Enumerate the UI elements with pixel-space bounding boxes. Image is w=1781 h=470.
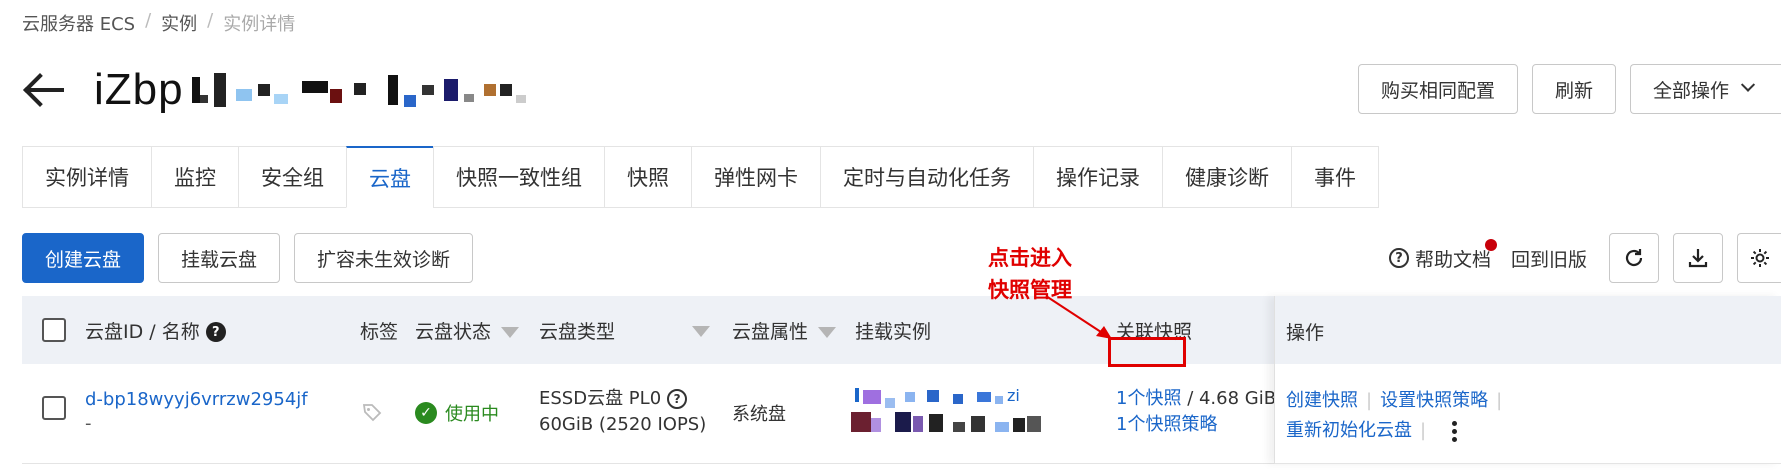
- tab-bar: 实例详情 监控 安全组 云盘 快照一致性组 快照 弹性网卡 定时与自动化任务 操…: [22, 146, 1379, 208]
- help-doc-label: 帮助文档: [1414, 248, 1491, 271]
- header-disk-id-label: 云盘ID / 名称: [85, 320, 200, 343]
- tab-snapshot-consistency-group[interactable]: 快照一致性组: [433, 146, 604, 208]
- tab-operation-log[interactable]: 操作记录: [1033, 146, 1162, 208]
- chevron-down-icon: [1740, 77, 1756, 92]
- reinit-disk-link[interactable]: 重新初始化云盘: [1286, 420, 1412, 441]
- header-type: 云盘类型: [539, 320, 616, 343]
- refresh-button[interactable]: 刷新: [1531, 64, 1616, 114]
- breadcrumb: 云服务器 ECS / 实例 / 实例详情: [22, 10, 295, 36]
- tab-eni[interactable]: 弹性网卡: [691, 146, 820, 208]
- notification-dot: [1484, 238, 1497, 251]
- disk-type: ESSD云盘 PL0: [539, 388, 662, 409]
- download-icon: [1688, 249, 1708, 268]
- annotation-arrow-icon: [1045, 295, 1112, 339]
- tab-snapshot[interactable]: 快照: [604, 146, 691, 208]
- back-arrow-icon[interactable]: [22, 69, 64, 111]
- set-snapshot-policy-link[interactable]: 设置快照策略: [1380, 390, 1488, 411]
- ops-cell: 创建快照 | 设置快照策略 | 重新初始化云盘 |: [1286, 390, 1503, 442]
- header-tags: 标签: [360, 320, 399, 343]
- tab-cloud-disk[interactable]: 云盘: [346, 146, 433, 208]
- tab-security-group[interactable]: 安全组: [238, 146, 346, 208]
- more-icon[interactable]: [1452, 420, 1458, 442]
- annotation-line1: 点击进入: [988, 246, 1072, 270]
- breadcrumb-separator: /: [207, 10, 214, 31]
- create-snapshot-link[interactable]: 创建快照: [1286, 390, 1358, 411]
- header-status: 云盘状态: [415, 317, 520, 344]
- instance-suffix: zi: [1007, 386, 1020, 405]
- snapshot-count-link[interactable]: 1个快照: [1116, 388, 1181, 409]
- status-badge: ✓ 使用中: [415, 400, 499, 426]
- operations-column: 操作 创建快照 | 设置快照策略 | 重新初始化云盘 |: [1274, 296, 1781, 464]
- breadcrumb-instances[interactable]: 实例: [161, 10, 197, 36]
- disk-attr: 系统盘: [732, 404, 786, 425]
- disk-id-link[interactable]: d-bp18wyyj6vrrzw2954jf: [85, 388, 308, 412]
- refresh-icon: [1625, 249, 1643, 267]
- header-disk-id: 云盘ID / 名称?: [85, 317, 226, 344]
- header-ops: 操作: [1286, 322, 1325, 344]
- create-disk-button[interactable]: 创建云盘: [22, 233, 145, 283]
- snapshot-cell: 1个快照 / 4.68 GiB 1个快照策略: [1116, 386, 1276, 438]
- header-status-label: 云盘状态: [415, 320, 492, 343]
- breadcrumb-current: 实例详情: [223, 14, 296, 35]
- disk-type-cell: ESSD云盘 PL0? 60GiB (2520 IOPS): [539, 386, 706, 438]
- tab-monitoring[interactable]: 监控: [151, 146, 238, 208]
- help-doc-link[interactable]: ? 帮助文档: [1388, 238, 1497, 272]
- settings-icon-button[interactable]: [1737, 233, 1781, 283]
- breadcrumb-ecs[interactable]: 云服务器 ECS: [22, 10, 135, 36]
- tab-instance-details[interactable]: 实例详情: [22, 146, 151, 208]
- snapshot-size: / 4.68 GiB: [1187, 388, 1277, 409]
- filter-icon[interactable]: [692, 326, 710, 337]
- download-icon-button[interactable]: [1673, 233, 1723, 283]
- help-icon[interactable]: ?: [205, 322, 226, 342]
- disk-table: 云盘ID / 名称? 标签 云盘状态 云盘类型 云盘属性 挂载实例 关联快照 d…: [22, 296, 1781, 464]
- all-operations-label: 全部操作: [1652, 79, 1729, 102]
- title-row: iZbp: [22, 60, 526, 120]
- top-actions: 购买相同配置 刷新 全部操作: [1357, 64, 1781, 114]
- tab-events[interactable]: 事件: [1291, 146, 1379, 208]
- header-attr-label: 云盘属性: [732, 320, 809, 343]
- header-instance: 挂载实例: [855, 320, 932, 343]
- page-title: iZbp: [94, 65, 184, 114]
- annotation-highlight-box: [1108, 337, 1186, 367]
- filter-icon[interactable]: [501, 326, 520, 338]
- tab-scheduled-tasks[interactable]: 定时与自动化任务: [820, 146, 1033, 208]
- disk-name: -: [85, 413, 92, 434]
- refresh-icon-button[interactable]: [1609, 233, 1659, 283]
- right-tools: ? 帮助文档 回到旧版: [1388, 233, 1781, 283]
- help-icon[interactable]: ?: [667, 389, 688, 409]
- disk-capacity: 60GiB (2520 IOPS): [539, 414, 707, 435]
- attach-disk-button[interactable]: 挂载云盘: [158, 233, 281, 283]
- all-operations-dropdown[interactable]: 全部操作: [1629, 64, 1781, 114]
- gear-icon: [1750, 249, 1769, 267]
- back-to-old-version-link[interactable]: 回到旧版: [1511, 245, 1587, 272]
- status-label: 使用中: [445, 404, 499, 425]
- filter-icon[interactable]: [818, 326, 837, 338]
- select-all-checkbox[interactable]: [42, 318, 66, 342]
- disk-toolbar: 创建云盘 挂载云盘 扩容未生效诊断: [22, 233, 474, 283]
- buy-same-config-button[interactable]: 购买相同配置: [1357, 64, 1518, 114]
- redacted-instance-name: [188, 65, 526, 115]
- disk-id-cell: d-bp18wyyj6vrrzw2954jf -: [85, 388, 308, 436]
- question-circle-icon: ?: [1388, 248, 1409, 268]
- header-attr: 云盘属性: [732, 317, 837, 344]
- resize-diagnosis-button[interactable]: 扩容未生效诊断: [294, 233, 474, 283]
- tab-health-diagnosis[interactable]: 健康诊断: [1162, 146, 1291, 208]
- check-circle-icon: ✓: [415, 402, 437, 424]
- breadcrumb-separator: /: [145, 10, 152, 31]
- tag-icon[interactable]: [362, 402, 382, 427]
- snapshot-policy-link[interactable]: 1个快照策略: [1116, 412, 1276, 438]
- redacted-instance-link[interactable]: zi: [851, 386, 1045, 446]
- row-checkbox[interactable]: [42, 396, 66, 420]
